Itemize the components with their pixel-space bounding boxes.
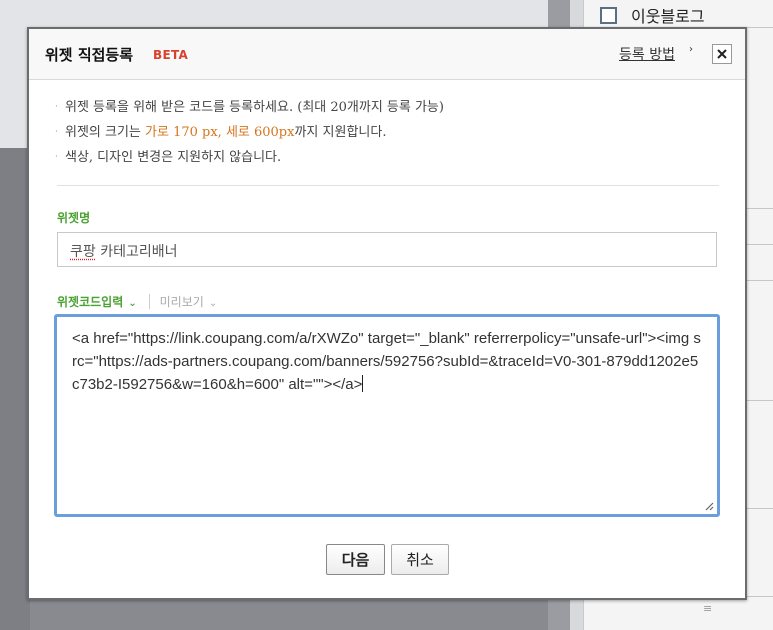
notice-text: 까지 지원합니다. [294,125,387,140]
notice-list: · 위젯 등록을 위해 받은 코드를 등록하세요. (최대 20개까지 등록 가능… [55,95,444,170]
resize-grip-icon[interactable] [704,501,714,511]
neighbor-blog-checkbox[interactable] [600,6,617,24]
section-divider [57,185,719,186]
notice-text: 색상, 디자인 변경은 지원하지 않습니다. [65,150,282,165]
next-button[interactable]: 다음 [326,544,385,575]
code-tabs: 위젯코드입력 ⌄ 미리보기 ⌄ [57,293,217,310]
tab-code-input[interactable]: 위젯코드입력 ⌄ [57,293,137,310]
close-button[interactable] [712,44,732,64]
tab-preview-label: 미리보기 [159,295,204,309]
tab-code-input-label: 위젯코드입력 [57,295,124,309]
widget-code-value: <a href="https://link.coupang.com/a/rXWZ… [72,330,701,393]
external-arrow-icon: › [689,44,693,55]
neighbor-blog-label: 이웃블로그 [631,7,705,26]
bullet-icon: · [55,102,58,112]
close-icon [717,49,727,59]
tab-preview[interactable]: 미리보기 ⌄ [160,293,218,310]
bullet-icon: · [55,152,58,162]
background-left-strip [0,148,30,630]
notice-item: · 위젯의 크기는 가로 170 px, 세로 600px까지 지원합니다. [55,120,444,145]
widget-code-textarea[interactable]: <a href="https://link.coupang.com/a/rXWZ… [54,314,720,517]
cancel-button[interactable]: 취소 [391,544,449,575]
scroll-handle-icon: ≡ [703,602,713,615]
chevron-down-icon: ⌄ [128,298,137,309]
widget-name-value: 카테고리배너 [95,244,178,260]
notice-highlight: 가로 170 px, 세로 600px [145,125,295,140]
widget-name-value-spell: 쿠팡 [70,244,96,260]
beta-badge: BETA [153,48,189,62]
notice-item: · 위젯 등록을 위해 받은 코드를 등록하세요. (최대 20개까지 등록 가능… [55,95,444,120]
action-buttons: 다음 취소 [326,544,449,575]
notice-text: 위젯 등록을 위해 받은 코드를 등록하세요. (최대 20개까지 등록 가능) [65,100,444,115]
neighbor-blog-option[interactable]: 이웃블로그 [600,3,705,27]
chevron-down-icon: ⌄ [208,298,218,309]
widget-register-dialog: 위젯 직접등록 BETA 등록 방법 › · 위젯 등록을 위해 받은 코드를 등… [27,27,747,600]
notice-text: 위젯의 크기는 [65,125,146,140]
widget-name-input[interactable]: 쿠팡 카테고리배너 [57,232,717,267]
text-cursor [362,375,364,392]
help-link[interactable]: 등록 방법 [619,44,675,64]
bullet-icon: · [55,127,58,137]
widget-name-label: 위젯명 [57,211,91,225]
notice-item: · 색상, 디자인 변경은 지원하지 않습니다. [55,145,444,170]
dialog-header: 위젯 직접등록 BETA 등록 방법 › [29,29,745,80]
tab-separator [148,294,150,309]
dialog-title: 위젯 직접등록 [45,46,134,64]
